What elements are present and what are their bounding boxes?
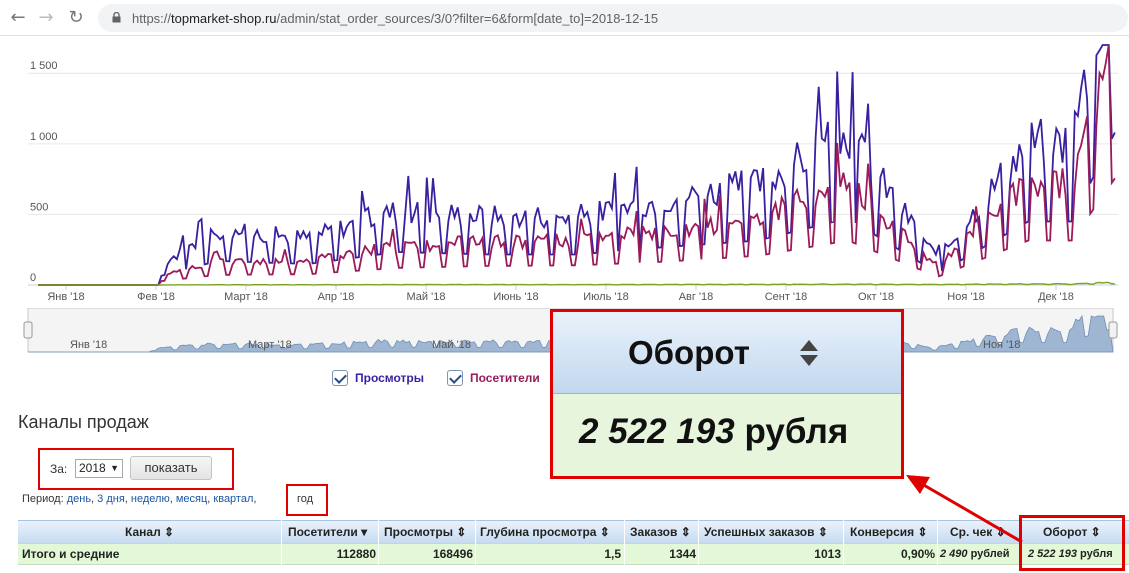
col-header-views[interactable]: Просмотры ⇕: [384, 525, 466, 539]
x-tick-label: Окт '18: [858, 291, 894, 303]
turnover-zoom-callout: Оборот 2 522 193 рубля: [550, 309, 904, 479]
browser-toolbar: ← → ↻ https://topmarket-shop.ru/admin/st…: [0, 0, 1129, 36]
navigator-label: Март '18: [248, 339, 292, 351]
sort-icon: [800, 340, 818, 366]
cell-visitors: 112880: [336, 547, 376, 561]
series-line: [38, 281, 1115, 286]
zoom-value: 2 522 193 рубля: [579, 412, 849, 451]
cell-views: 168496: [432, 547, 473, 561]
cell-successful: 1013: [814, 547, 841, 561]
forward-arrow-icon[interactable]: →: [36, 8, 56, 28]
x-tick-label: Сент '18: [765, 291, 808, 303]
x-tick-label: Фев '18: [137, 291, 175, 303]
navigator-handle: [1108, 321, 1118, 339]
legend-item-visitors[interactable]: Посетители: [447, 370, 540, 386]
col-header-channel[interactable]: Канал ⇕: [125, 525, 174, 539]
turnover-highlight: [1019, 515, 1125, 571]
x-tick-label: Ноя '18: [947, 291, 984, 303]
x-tick-label: Июль '18: [583, 291, 628, 303]
sort-icon: ⇕: [817, 525, 828, 539]
col-header-successful[interactable]: Успешных заказов ⇕: [704, 525, 828, 539]
reload-icon[interactable]: ↻: [66, 8, 86, 28]
navigator-label: Май '18: [432, 339, 471, 351]
x-tick-label: Май '18: [407, 291, 446, 303]
back-arrow-icon[interactable]: ←: [8, 8, 28, 28]
section-title: Каналы продаж: [18, 412, 149, 432]
navigator-label: Ноя '18: [983, 339, 1020, 351]
period-link-week[interactable]: неделю: [131, 493, 170, 505]
visitors-checkbox[interactable]: [447, 370, 463, 386]
y-tick-label: 500: [30, 201, 48, 213]
traffic-line-chart: 0 500 1 000 1 500 Янв '18 Фев '18 Март '18 Апр …: [28, 44, 1118, 303]
x-tick-label: Янв '18: [47, 291, 84, 303]
legend-label-visitors: Посетители: [470, 371, 540, 385]
period-link-quarter[interactable]: квартал: [213, 493, 253, 505]
sort-desc-icon: ▾: [361, 525, 368, 539]
cell-orders: 1344: [669, 547, 696, 561]
zoom-title: Оборот: [628, 334, 750, 371]
period-form-highlight: [38, 448, 234, 490]
period-links-label: Период:: [22, 493, 64, 505]
navigator-handle: [23, 321, 33, 339]
zoom-header: Оборот: [553, 312, 901, 394]
y-tick-label: 1 500: [30, 60, 58, 72]
period-link-day[interactable]: день: [67, 493, 91, 505]
sort-icon: ⇕: [164, 525, 175, 539]
pointer-arrow: [906, 475, 1023, 544]
x-tick-label: Апр '18: [318, 291, 355, 303]
cell-depth: 1,5: [604, 547, 621, 561]
sort-icon: ⇕: [680, 525, 691, 539]
col-header-depth[interactable]: Глубина просмотра ⇕: [480, 525, 610, 539]
navigator-label: Янв '18: [70, 339, 107, 351]
col-header-visitors[interactable]: Посетители ▾: [288, 525, 367, 539]
legend-label-views: Просмотры: [355, 371, 425, 385]
x-tick-label: Дек '18: [1038, 291, 1074, 303]
period-year-highlight: [286, 484, 328, 516]
cell-channel: Итого и средние: [22, 547, 120, 561]
x-tick-label: Авг '18: [679, 291, 714, 303]
period-link-3days[interactable]: 3 дня: [97, 493, 125, 505]
period-link-month[interactable]: месяц: [176, 493, 207, 505]
period-links: Период: день, 3 дня, неделю, месяц, квар…: [22, 493, 257, 505]
series-line: [38, 44, 1116, 286]
sort-icon: ⇕: [599, 525, 610, 539]
x-tick-label: Июнь '18: [493, 291, 538, 303]
col-header-orders[interactable]: Заказов ⇕: [630, 525, 691, 539]
views-checkbox[interactable]: [332, 370, 348, 386]
x-tick-label: Март '18: [224, 291, 268, 303]
lock-icon: [112, 12, 121, 23]
sort-icon: ⇕: [456, 525, 467, 539]
y-tick-label: 1 000: [30, 131, 58, 143]
address-bar[interactable]: https://topmarket-shop.ru/admin/stat_ord…: [98, 4, 1128, 32]
legend-item-views[interactable]: Просмотры: [332, 370, 424, 386]
url-text: https://topmarket-shop.ru/admin/stat_ord…: [132, 11, 659, 26]
y-tick-label: 0: [30, 272, 36, 284]
